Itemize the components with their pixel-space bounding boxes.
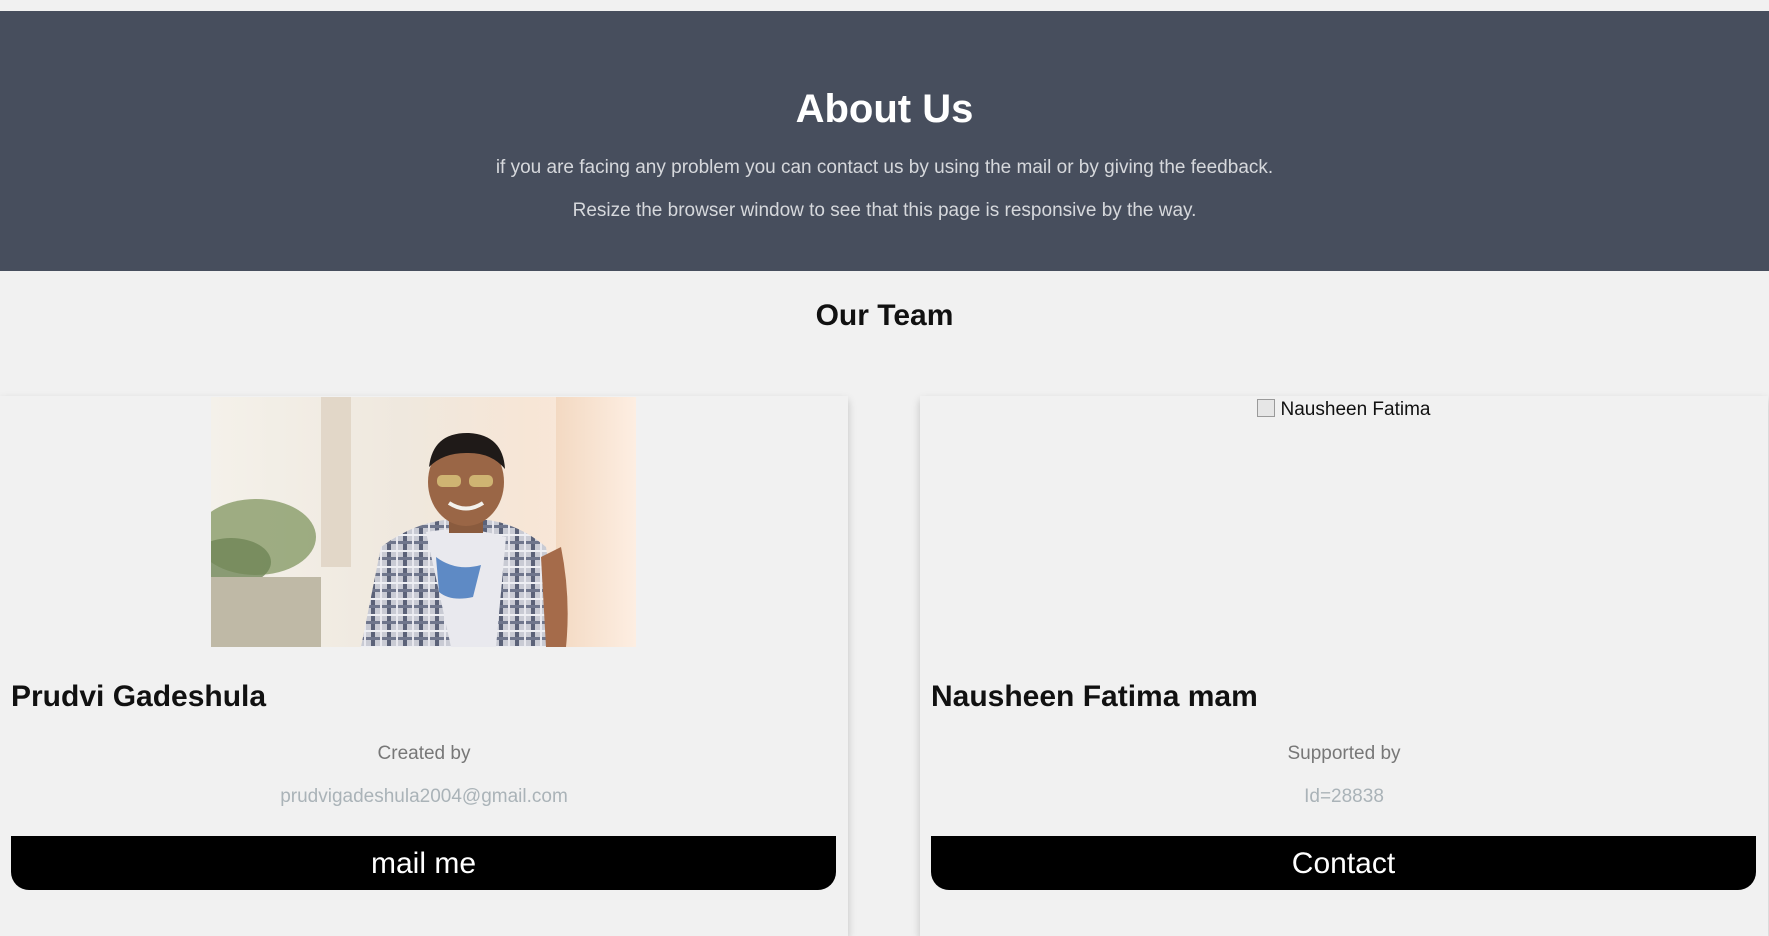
about-title: About Us — [795, 87, 974, 131]
team-heading: Our Team — [815, 299, 954, 332]
broken-image-icon — [1256, 399, 1275, 417]
top-strip — [0, 0, 1769, 11]
about-responsive-note: Resize the browser window to see that th… — [572, 200, 1197, 221]
member-email: prudvigadeshula2004@gmail.com — [280, 786, 568, 807]
team-card-nausheen: Nausheen Fatima Nausheen Fatima mam Supp… — [920, 396, 1768, 936]
member-name: Nausheen Fatima mam — [931, 680, 1258, 713]
member-role: Created by — [377, 743, 471, 764]
mail-me-button[interactable]: mail me — [11, 836, 836, 890]
member-photo-broken: Nausheen Fatima — [1131, 397, 1556, 647]
team-cards: Prudvi Gadeshula Created by prudvigadesh… — [0, 396, 1769, 936]
about-description: if you are facing any problem you can co… — [495, 157, 1274, 178]
team-card-prudvi: Prudvi Gadeshula Created by prudvigadesh… — [0, 396, 848, 936]
member-name: Prudvi Gadeshula — [11, 680, 267, 713]
member-role: Supported by — [1287, 743, 1401, 764]
member-id: Id=28838 — [1304, 786, 1384, 807]
member-photo — [211, 397, 636, 647]
contact-button[interactable]: Contact — [931, 836, 1756, 890]
about-section: About Us if you are facing any problem y… — [0, 11, 1769, 271]
image-alt-text: Nausheen Fatima — [1280, 399, 1431, 420]
